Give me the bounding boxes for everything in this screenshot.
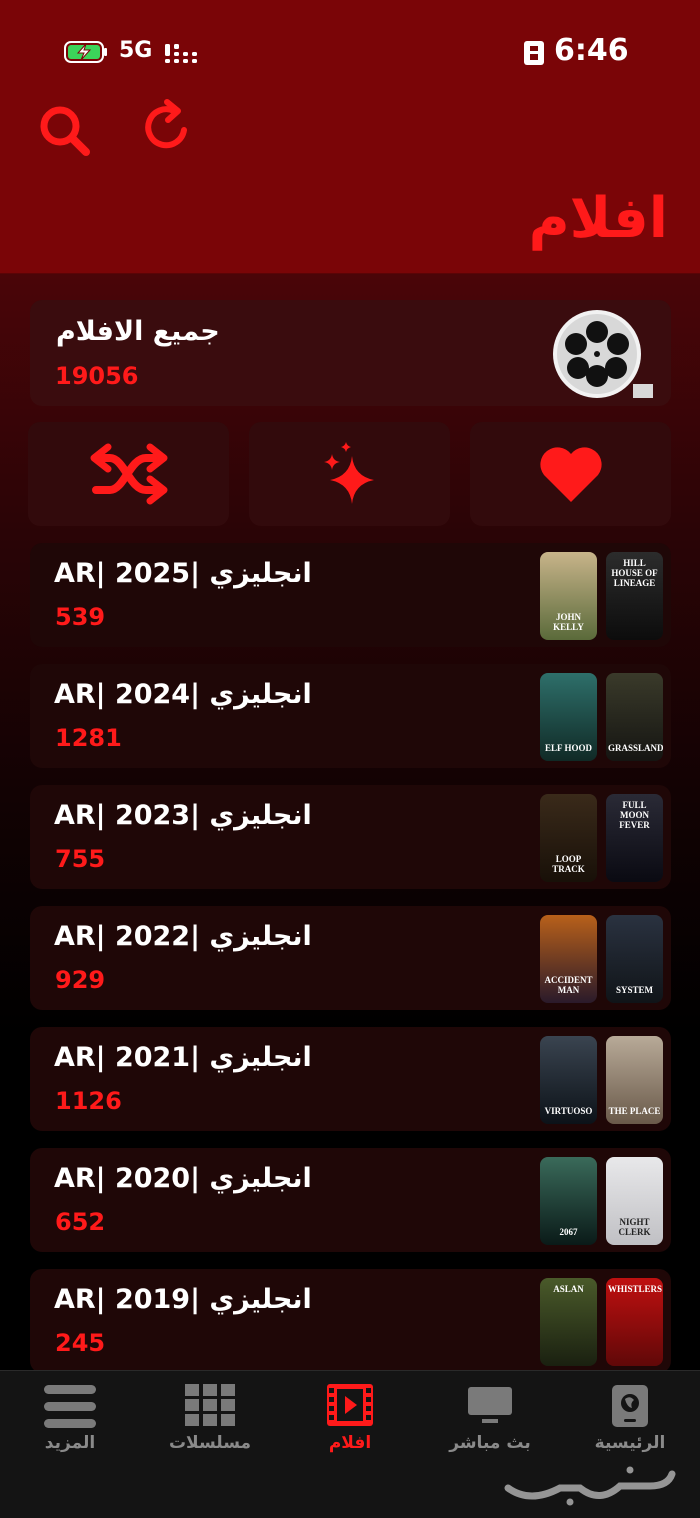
category-row-2023[interactable]: انجليزي |AR| 2023 755 LOOP TRACK FULL MO… [30,785,671,889]
clock: 6:46 [554,33,629,68]
menu-icon [44,1385,96,1428]
category-count: 245 [55,1329,106,1357]
category-count: 929 [55,966,106,994]
category-title: انجليزي |AR| 2024 [54,679,312,710]
refresh-icon[interactable] [140,98,196,154]
category-count: 539 [55,603,106,631]
category-row-2022[interactable]: انجليزي |AR| 2022 929 ACCIDENT MAN SYSTE… [30,906,671,1010]
category-count: 1126 [55,1087,122,1115]
category-count: 652 [55,1208,106,1236]
category-row-2024[interactable]: انجليزي |AR| 2024 1281 ELF HOOD GRASSLAN… [30,664,671,768]
nav-item-live[interactable]: بث مباشر [420,1371,560,1461]
category-row-2019[interactable]: انجليزي |AR| 2019 245 ASLAN WHISTLERS [30,1269,671,1373]
film-icon [327,1384,373,1426]
movie-poster: ACCIDENT MAN [540,915,597,1003]
category-row-2020[interactable]: انجليزي |AR| 2020 652 2067 NIGHT CLERK [30,1148,671,1252]
category-count: 1281 [55,724,122,752]
grid-icon [185,1384,235,1426]
search-icon[interactable] [36,102,92,158]
movie-poster: ASLAN [540,1278,597,1366]
status-bar: 5G 6:46 [0,0,700,100]
battery-icon [64,41,107,63]
all-movies-card[interactable]: جميع الافلام 19056 [30,300,671,406]
movie-poster: LOOP TRACK [540,794,597,882]
nav-item-home[interactable]: الرئيسية [560,1371,700,1461]
shuffle-button[interactable] [28,422,229,526]
movie-poster: ELF HOOD [540,673,597,761]
nav-label: مسلسلات [168,1433,252,1453]
favorites-button[interactable] [470,422,671,526]
all-movies-title: جميع الافلام [56,316,220,347]
network-type: 5G [119,38,153,63]
home-icon [612,1385,648,1427]
discover-button[interactable] [249,422,450,526]
category-title: انجليزي |AR| 2022 [54,921,312,952]
signal-icon [165,44,197,63]
film-reel-icon [553,310,653,398]
category-title: انجليزي |AR| 2020 [54,1163,312,1194]
movie-poster: JOHN KELLY [540,552,597,640]
category-row-2025[interactable]: انجليزي |AR| 2025 539 JOHN KELLY HILL HO… [30,543,671,647]
movie-poster: WHISTLERS [606,1278,663,1366]
heart-icon [539,447,602,502]
nav-label: المزيد [44,1433,96,1453]
category-title: انجليزي |AR| 2019 [54,1284,312,1315]
category-row-2021[interactable]: انجليزي |AR| 2021 1126 VIRTUOSO THE PLAC… [30,1027,671,1131]
movie-poster: NIGHT CLERK [606,1157,663,1245]
nav-label: الرئيسية [594,1433,666,1453]
nav-label: بث مباشر [449,1433,531,1453]
sparkles-icon [323,442,374,504]
watermark-logo [504,1466,676,1506]
category-title: انجليزي |AR| 2023 [54,800,312,831]
movie-poster: 2067 [540,1157,597,1245]
shuffle-icon [90,443,167,505]
sim-card-icon [524,41,544,65]
nav-item-more[interactable]: المزيد [0,1371,140,1461]
nav-label: افلام [328,1433,372,1453]
movie-poster: FULL MOON FEVER [606,794,663,882]
movie-poster: THE PLACE [606,1036,663,1124]
category-title: انجليزي |AR| 2021 [54,1042,312,1073]
header: 5G 6:46 افلام [0,0,700,274]
movie-poster: GRASSLAND [606,673,663,761]
category-count: 755 [55,845,106,873]
all-movies-count: 19056 [55,362,139,390]
movie-poster: HILL HOUSE OF LINEAGE [606,552,663,640]
category-title: انجليزي |AR| 2025 [54,558,312,589]
page-title: افلام [528,186,669,251]
nav-item-movies[interactable]: افلام [280,1371,420,1461]
tv-icon [468,1387,512,1423]
movie-poster: VIRTUOSO [540,1036,597,1124]
movie-poster: SYSTEM [606,915,663,1003]
nav-item-series[interactable]: مسلسلات [140,1371,280,1461]
